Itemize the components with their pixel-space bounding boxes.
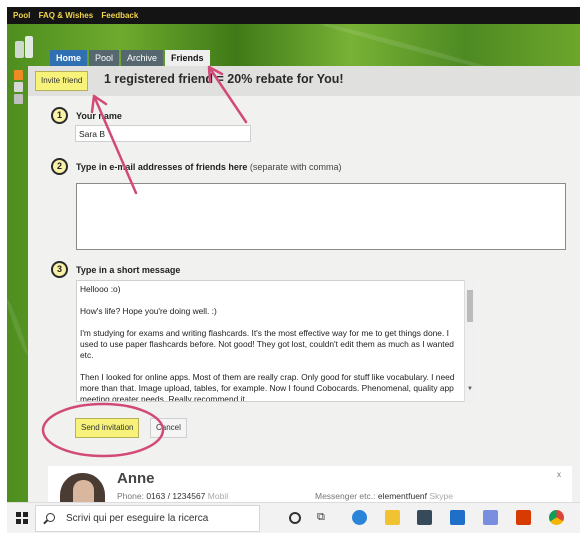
share-icon[interactable] [14, 94, 23, 104]
close-icon[interactable]: x [557, 470, 561, 479]
search-icon [46, 513, 55, 522]
store-icon[interactable] [417, 510, 432, 525]
windows-start-icon[interactable] [16, 512, 28, 524]
task-view-icon[interactable]: ⧉ [317, 510, 332, 525]
step-3-badge: 3 [51, 261, 68, 278]
side-icons [14, 70, 24, 106]
messenger-type: Skype [429, 491, 454, 501]
message-textarea[interactable]: Hellooo :o) How's life? Hope you're doin… [76, 280, 475, 402]
step-1-badge: 1 [51, 107, 68, 124]
send-invitation-button[interactable]: Send invitation [75, 418, 140, 438]
message-line: I'm studying for exams and writing flash… [80, 328, 454, 360]
tab-pool[interactable]: Pool [89, 50, 120, 66]
step-2-label-text: Type in e-mail addresses of friends here [76, 162, 248, 172]
tab-friends[interactable]: Friends [165, 50, 210, 66]
step-1-label: Your name [76, 111, 122, 121]
messenger-label: Messenger etc.: [315, 491, 376, 501]
edge-icon[interactable] [352, 510, 367, 525]
message-scrollbar[interactable]: ▼ [464, 280, 475, 402]
phone-value: 0163 / 1234567 [146, 491, 206, 501]
message-line: How's life? Hope you're doing well. :) [80, 306, 217, 316]
contact-messenger: Messenger etc.: elementfuenf Skype [315, 491, 453, 501]
messenger-value: elementfuenf [377, 491, 428, 501]
main-tabs: Home Pool Archive Friends [50, 50, 212, 66]
nav-faq-wishes[interactable]: FAQ & Wishes [39, 11, 94, 20]
scrollbar-thumb[interactable] [467, 290, 473, 322]
file-explorer-icon[interactable] [385, 510, 400, 525]
app-logo [15, 36, 33, 58]
app-icon[interactable] [483, 510, 498, 525]
windows-taskbar: Scrivi qui per eseguire la ricerca ⧉ [7, 502, 580, 533]
name-input[interactable] [75, 125, 251, 142]
chrome-icon[interactable] [549, 510, 564, 525]
nav-feedback[interactable]: Feedback [101, 11, 138, 20]
cortana-icon[interactable] [289, 512, 301, 524]
contact-phone: Phone: 0163 / 1234567 Mobil [117, 491, 228, 501]
step-3-label: Type in a short message [76, 265, 181, 275]
contact-card: Anne Phone: 0163 / 1234567 Mobil Messeng… [48, 466, 572, 502]
message-line: Hellooo :o) [80, 284, 121, 294]
top-navigation: Pool FAQ & Wishes Feedback [7, 7, 580, 24]
bookmark-icon[interactable] [14, 82, 23, 92]
office-icon[interactable] [516, 510, 531, 525]
rebate-title: 1 registered friend = 20% rebate for You… [104, 72, 344, 86]
tab-archive[interactable]: Archive [121, 50, 164, 66]
cancel-button[interactable]: Cancel [150, 418, 187, 438]
contact-name: Anne [117, 470, 155, 487]
invite-friend-button[interactable]: Invite friend [35, 71, 89, 91]
mail-icon[interactable] [450, 510, 465, 525]
step-2-label: Type in e-mail addresses of friends here… [76, 162, 341, 172]
phone-type: Mobil [207, 491, 229, 501]
avatar [60, 473, 105, 502]
friends-panel: Invite friend 1 registered friend = 20% … [28, 66, 580, 502]
emails-textarea[interactable] [76, 183, 566, 250]
message-line: Then I looked for online apps. Most of t… [80, 372, 455, 402]
rss-icon[interactable] [14, 70, 23, 80]
step-2-badge: 2 [51, 158, 68, 175]
search-placeholder: Scrivi qui per eseguire la ricerca [66, 513, 209, 524]
taskbar-search-field[interactable]: Scrivi qui per eseguire la ricerca [35, 505, 260, 532]
tab-home[interactable]: Home [50, 50, 88, 66]
step-2-hint: (separate with comma) [249, 162, 342, 172]
scroll-down-icon[interactable]: ▼ [467, 386, 473, 392]
phone-label: Phone: [117, 491, 144, 501]
nav-pool[interactable]: Pool [13, 11, 30, 20]
